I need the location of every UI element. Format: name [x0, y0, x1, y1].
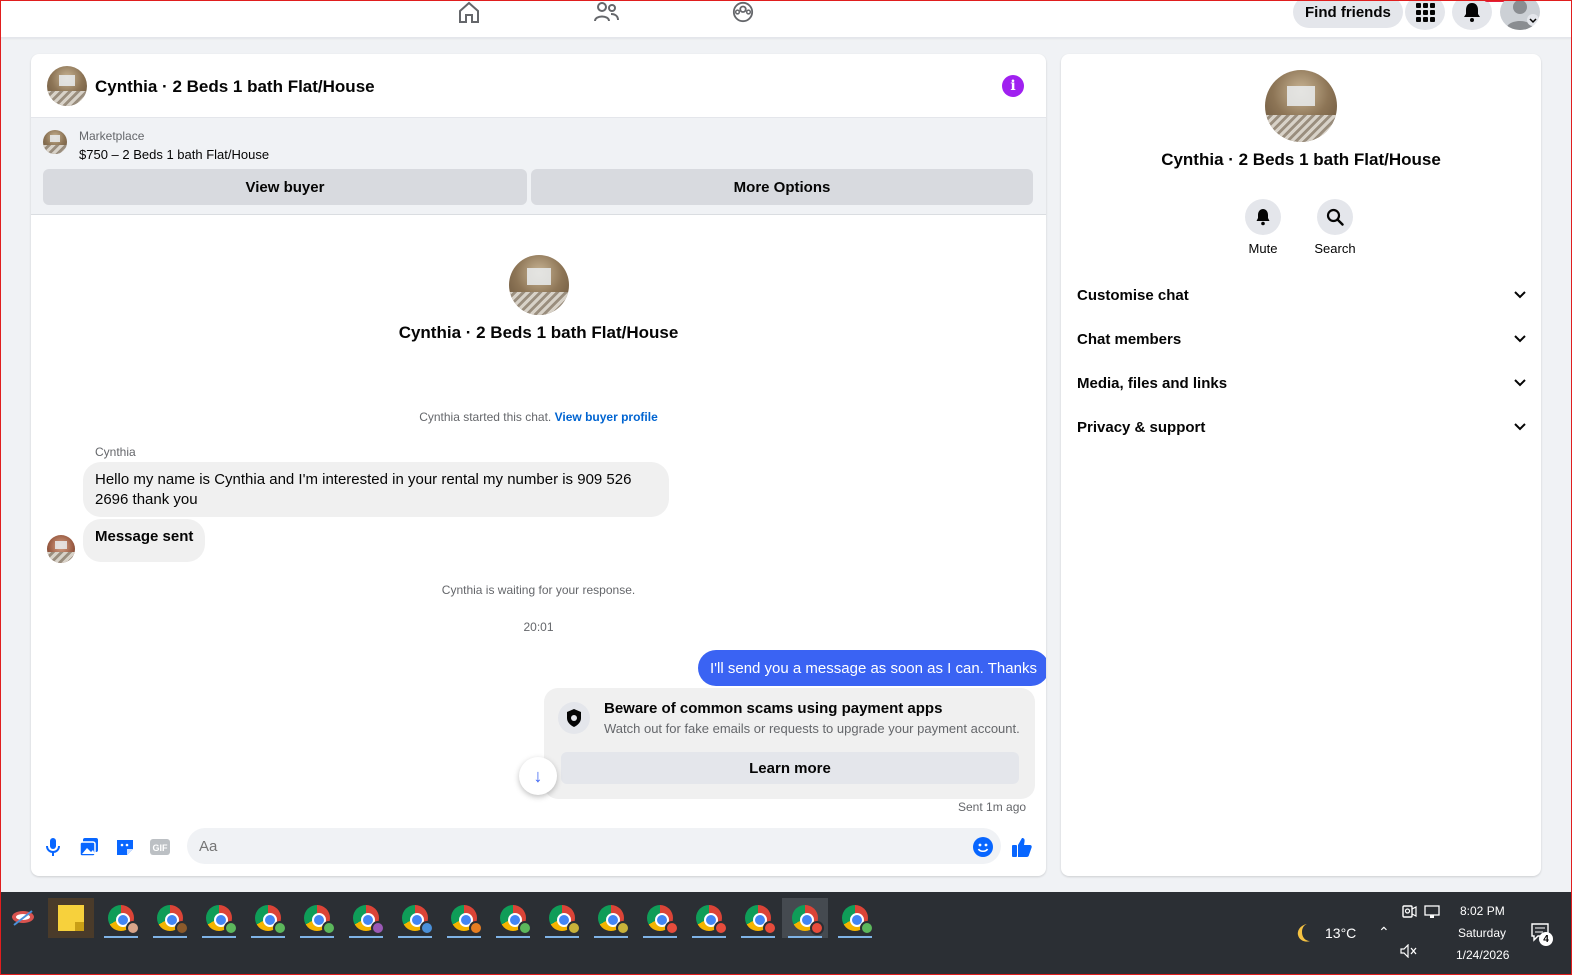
mute-label: Mute	[1248, 241, 1278, 256]
chat-members-label: Chat members	[1077, 330, 1182, 348]
chat-started-text: Cynthia started this chat.	[419, 410, 552, 424]
chrome-app-icon[interactable]	[294, 898, 340, 938]
media-files-links-label: Media, files and links	[1077, 374, 1228, 392]
scam-warning-title: Beware of common scams using payment app…	[604, 700, 943, 717]
scroll-down-arrow-icon[interactable]: ↓	[519, 757, 557, 795]
profile-avatar[interactable]	[1500, 0, 1540, 30]
chrome-app-icon[interactable]	[539, 898, 585, 938]
marketplace-label: Marketplace	[79, 129, 145, 143]
bell-icon	[1245, 199, 1281, 235]
outgoing-message-bubble[interactable]: I'll send you a message as soon as I can…	[698, 650, 1046, 686]
chevron-down-icon	[1514, 335, 1526, 343]
gif-icon[interactable]: GIF	[149, 836, 171, 858]
chrome-app-icon[interactable]	[343, 898, 389, 938]
info-panel-title: Cynthia · 2 Beds 1 bath Flat/House	[1161, 150, 1441, 169]
start-logo-icon[interactable]	[0, 898, 46, 938]
search-label: Search	[1314, 241, 1356, 256]
chrome-app-icon[interactable]	[147, 898, 193, 938]
message-timestamp: 20:01	[523, 620, 554, 634]
message-input[interactable]	[187, 828, 1001, 864]
home-icon[interactable]	[456, 0, 482, 24]
meet-now-icon[interactable]	[1400, 904, 1418, 925]
chrome-app-icon[interactable]	[588, 898, 634, 938]
clock-time[interactable]: 8:02 PM	[1460, 904, 1505, 918]
chrome-app-icon[interactable]	[196, 898, 242, 938]
scam-warning-subtitle: Watch out for fake emails or requests to…	[604, 721, 1020, 736]
sticky-notes-app-icon[interactable]	[48, 898, 94, 938]
sender-avatar[interactable]	[47, 535, 75, 563]
chrome-app-icon[interactable]	[441, 898, 487, 938]
weather-temperature[interactable]: 13°C	[1325, 925, 1356, 941]
customise-chat-label: Customise chat	[1077, 286, 1189, 304]
friends-icon[interactable]	[593, 0, 619, 24]
chat-panel: Cynthia · 2 Beds 1 bath Flat/House i Mar…	[31, 54, 1046, 876]
microphone-icon[interactable]	[42, 836, 64, 858]
groups-icon[interactable]	[730, 0, 756, 24]
top-navigation: Find friends	[0, 0, 1572, 38]
scam-warning-card: Beware of common scams using payment app…	[544, 688, 1035, 799]
info-icon[interactable]: i	[1002, 75, 1024, 97]
info-panel-avatar[interactable]	[1265, 70, 1337, 142]
chrome-app-icon-active[interactable]	[782, 898, 828, 938]
thumbs-up-icon[interactable]	[1011, 836, 1033, 858]
chevron-down-icon	[1514, 291, 1526, 299]
photo-attach-icon[interactable]	[78, 836, 100, 858]
message-sent-bubble[interactable]: Message sent	[83, 519, 206, 562]
chrome-app-icon[interactable]	[686, 898, 732, 938]
chrome-app-icon[interactable]	[392, 898, 438, 938]
menu-grid-icon[interactable]	[1405, 0, 1445, 30]
chevron-down-icon	[1514, 423, 1526, 431]
privacy-support-section[interactable]: Privacy & support	[1077, 415, 1527, 439]
conversation-avatar[interactable]	[509, 255, 569, 315]
listing-thumbnail[interactable]	[47, 66, 87, 106]
chevron-up-icon[interactable]: ⌃	[1378, 924, 1390, 941]
chrome-app-icon[interactable]	[735, 898, 781, 938]
chevron-down-icon	[1514, 379, 1526, 387]
notification-count-badge: 4	[1539, 932, 1553, 946]
svg-text:GIF: GIF	[153, 843, 169, 853]
media-files-links-section[interactable]: Media, files and links	[1077, 371, 1527, 395]
conversation-title: Cynthia · 2 Beds 1 bath Flat/House	[398, 323, 679, 342]
search-icon	[1317, 199, 1353, 235]
privacy-support-label: Privacy & support	[1077, 418, 1206, 436]
weather-moon-icon[interactable]	[1293, 922, 1315, 949]
mute-button[interactable]: Mute	[1233, 199, 1293, 256]
clock-day[interactable]: Saturday	[1458, 926, 1506, 940]
sticker-icon[interactable]	[114, 836, 136, 858]
clock-date[interactable]: 1/24/2026	[1456, 948, 1509, 962]
chat-header: Cynthia · 2 Beds 1 bath Flat/House i	[31, 54, 1046, 118]
marketplace-thumbnail	[43, 130, 67, 154]
taskbar: 13°C ⌃ 8:02 PM Saturday 1/24/2026 4	[0, 892, 1572, 975]
chrome-app-icon[interactable]	[490, 898, 536, 938]
listing-price-title[interactable]: $750 – 2 Beds 1 bath Flat/House	[79, 147, 269, 162]
waiting-notice: Cynthia is waiting for your response.	[441, 583, 636, 597]
search-button[interactable]: Search	[1305, 199, 1365, 256]
volume-muted-icon[interactable]	[1400, 943, 1418, 963]
notifications-bell-icon[interactable]	[1452, 0, 1492, 30]
view-buyer-button[interactable]: View buyer	[43, 169, 527, 205]
network-icon[interactable]	[1424, 905, 1442, 924]
learn-more-button[interactable]: Learn more	[561, 752, 1019, 784]
chrome-app-icon[interactable]	[98, 898, 144, 938]
message-composer: GIF	[31, 826, 1046, 870]
find-friends-button[interactable]: Find friends	[1293, 0, 1403, 28]
chrome-app-icon[interactable]	[245, 898, 291, 938]
sender-name: Cynthia	[95, 445, 136, 459]
marketplace-banner: Marketplace $750 – 2 Beds 1 bath Flat/Ho…	[31, 118, 1046, 215]
chrome-app-icon[interactable]	[637, 898, 683, 938]
chat-title[interactable]: Cynthia · 2 Beds 1 bath Flat/House	[95, 77, 375, 97]
chrome-app-icon[interactable]	[832, 898, 878, 938]
view-buyer-profile-link[interactable]: View buyer profile	[555, 410, 658, 424]
sent-status: Sent 1m ago	[958, 800, 1027, 814]
shield-icon	[558, 702, 590, 734]
chat-started-notice: Cynthia started this chat. View buyer pr…	[31, 410, 1046, 424]
customise-chat-section[interactable]: Customise chat	[1077, 283, 1527, 307]
emoji-icon[interactable]	[972, 836, 994, 858]
chat-info-panel: Cynthia · 2 Beds 1 bath Flat/House Mute …	[1061, 54, 1541, 876]
more-options-button[interactable]: More Options	[531, 169, 1033, 205]
incoming-message-bubble[interactable]: Hello my name is Cynthia and I'm interes…	[83, 462, 669, 517]
chat-members-section[interactable]: Chat members	[1077, 327, 1527, 351]
